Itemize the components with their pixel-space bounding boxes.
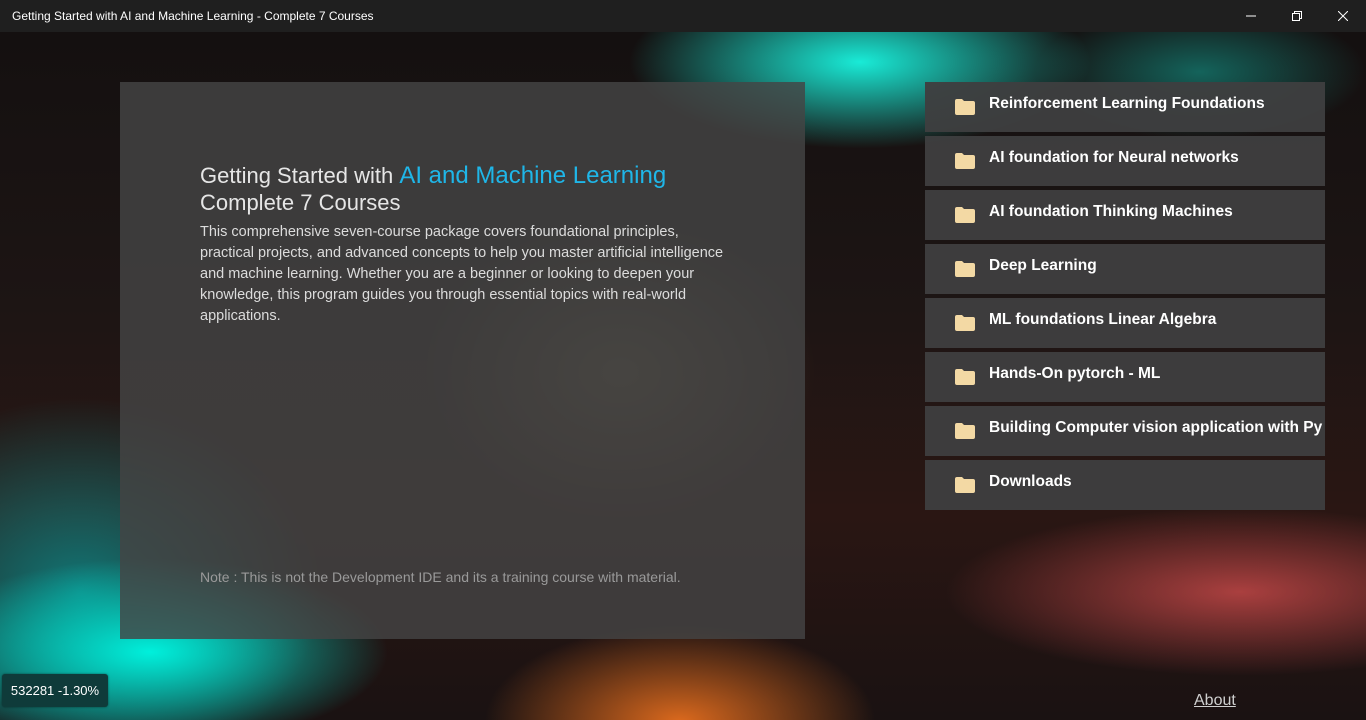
course-label: Building Computer vision application wit… [989, 418, 1323, 436]
disclaimer-note: Note : This is not the Development IDE a… [200, 569, 681, 585]
course-description: This comprehensive seven-course package … [200, 224, 724, 324]
course-item-pytorch[interactable]: Hands-On pytorch - ML [925, 352, 1325, 402]
page-title: Getting Started with AI and Machine Lear… [200, 162, 760, 216]
minimize-icon [1246, 15, 1256, 17]
folder-icon [955, 99, 975, 115]
course-item-downloads[interactable]: Downloads [925, 460, 1325, 510]
course-label: Downloads [989, 472, 1072, 490]
course-item-thinking-machines[interactable]: AI foundation Thinking Machines [925, 190, 1325, 240]
restore-button[interactable] [1274, 0, 1320, 32]
course-item-linear-algebra[interactable]: ML foundations Linear Algebra [925, 298, 1325, 348]
course-label: AI foundation for Neural networks [989, 148, 1239, 166]
course-item-deep-learning[interactable]: Deep Learning [925, 244, 1325, 294]
course-item-neural-networks[interactable]: AI foundation for Neural networks [925, 136, 1325, 186]
about-link[interactable]: About [1194, 692, 1236, 710]
course-info-card: Getting Started with AI and Machine Lear… [120, 82, 805, 639]
minimize-button[interactable] [1228, 0, 1274, 32]
window-title: Getting Started with AI and Machine Lear… [12, 9, 374, 23]
title-subline: Complete 7 Courses [200, 190, 401, 215]
stock-ticker-badge: 532281 -1.30% [2, 674, 108, 707]
folder-icon [955, 423, 975, 439]
title-prefix: Getting Started with [200, 163, 400, 188]
folder-icon [955, 153, 975, 169]
course-item-computer-vision[interactable]: Building Computer vision application wit… [925, 406, 1325, 456]
folder-icon [955, 477, 975, 493]
course-list: Reinforcement Learning Foundations AI fo… [925, 82, 1325, 514]
close-button[interactable] [1320, 0, 1366, 32]
folder-icon [955, 207, 975, 223]
title-accent: AI and Machine Learning [399, 162, 667, 189]
course-label: Hands-On pytorch - ML [989, 364, 1161, 382]
course-item-reinforcement-learning[interactable]: Reinforcement Learning Foundations [925, 82, 1325, 132]
course-label: Reinforcement Learning Foundations [989, 94, 1265, 112]
folder-icon [955, 369, 975, 385]
course-label: AI foundation Thinking Machines [989, 202, 1233, 220]
course-label: Deep Learning [989, 256, 1097, 274]
folder-icon [955, 315, 975, 331]
title-bar: Getting Started with AI and Machine Lear… [0, 0, 1366, 32]
folder-icon [955, 261, 975, 277]
restore-icon [1292, 11, 1302, 21]
close-icon [1338, 11, 1348, 21]
course-label: ML foundations Linear Algebra [989, 310, 1217, 328]
